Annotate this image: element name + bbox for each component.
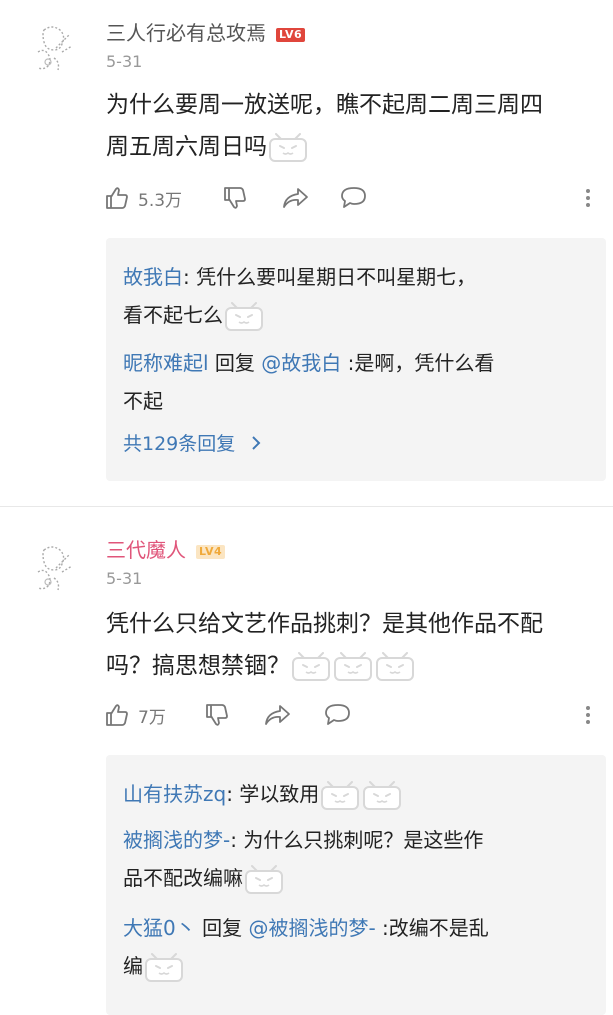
tv-emote-icon xyxy=(320,781,360,811)
like-count: 5.3万 xyxy=(138,190,183,211)
comment-text-span: 周五周六周日吗 xyxy=(106,134,267,160)
comment-text-line: 周五周六周日吗 xyxy=(106,126,601,168)
tv-emote-icon xyxy=(333,652,373,682)
more-vertical-icon xyxy=(586,189,590,207)
like-count: 7万 xyxy=(138,707,166,728)
comment-username[interactable]: 三人行必有总攻焉 LV6 xyxy=(106,17,306,46)
reply-username[interactable]: 故我白 xyxy=(123,265,183,289)
replies-panel: 山有扶苏zq: 学以致用 被搁浅的梦-: 为什么只挑刺呢？是这些作 品不配改编嘛… xyxy=(106,755,606,1015)
dislike-button[interactable] xyxy=(222,185,248,211)
chevron-right-icon xyxy=(252,436,261,450)
comment-date: 5-31 xyxy=(106,569,143,588)
reply-text: : 学以致用 xyxy=(226,782,320,806)
reply-text: 品不配改编嘛 xyxy=(123,866,243,890)
reply-text: : 凭什么要叫星期日不叫星期七， xyxy=(183,265,477,289)
reply-mention[interactable]: @故我白 xyxy=(261,351,341,375)
comment-text: 凭什么只给文艺作品挑刺？是其他作品不配 吗？搞思想禁锢？ xyxy=(106,603,601,687)
tv-emote-icon xyxy=(268,133,308,163)
reply-word: 回复 xyxy=(195,916,249,940)
reply-button[interactable] xyxy=(340,185,368,211)
more-vertical-icon xyxy=(586,706,590,724)
comment-text-line: 吗？搞思想禁锢？ xyxy=(106,645,601,687)
reply-mention[interactable]: @被搁浅的梦- xyxy=(248,916,375,940)
reply-text: :是啊，凭什么看 xyxy=(341,351,495,375)
reply-item-continuation: 品不配改编嘛 xyxy=(123,861,593,895)
reply-text: 不起 xyxy=(123,389,163,413)
tv-emote-icon xyxy=(375,652,415,682)
like-button[interactable]: 7万 xyxy=(104,702,166,728)
reply-username[interactable]: 山有扶苏zq xyxy=(123,782,226,806)
view-all-replies-link[interactable]: 共129条回复 xyxy=(123,429,263,456)
reply-item-continuation: 编 xyxy=(123,949,593,983)
comment-text-line: 凭什么只给文艺作品挑刺？是其他作品不配 xyxy=(106,611,543,637)
comment-bubble-icon xyxy=(341,187,366,208)
share-button[interactable] xyxy=(264,702,292,728)
replies-panel: 故我白: 凭什么要叫星期日不叫星期七， 看不起七么 昵称难起l 回复 @故我白 … xyxy=(106,238,606,481)
username-text[interactable]: 三代魔人 xyxy=(106,538,186,562)
comment-divider xyxy=(0,506,613,507)
tv-emote-icon xyxy=(244,865,284,895)
user-avatar[interactable] xyxy=(26,542,78,594)
user-avatar[interactable] xyxy=(26,22,78,74)
thumbs-up-icon xyxy=(106,704,128,726)
reply-word: 回复 xyxy=(208,351,262,375)
reply-username[interactable]: 昵称难起l xyxy=(123,351,209,375)
tv-emote-icon xyxy=(362,781,402,811)
tv-emote-icon xyxy=(224,302,264,332)
tv-emote-icon xyxy=(291,652,331,682)
comment-date: 5-31 xyxy=(106,52,143,71)
reply-item: 昵称难起l 回复 @故我白 :是啊，凭什么看 xyxy=(123,346,593,380)
username-text[interactable]: 三人行必有总攻焉 xyxy=(106,21,266,45)
reply-item-continuation: 看不起七么 xyxy=(123,298,593,332)
comment-text-span: 吗？搞思想禁锢？ xyxy=(106,653,290,679)
more-replies-label[interactable]: 共129条回复 xyxy=(123,433,235,455)
comment-text: 为什么要周一放送呢，瞧不起周二周三周四 周五周六周日吗 xyxy=(106,84,601,168)
reply-item-continuation: 不起 xyxy=(123,384,593,418)
reply-text: 编 xyxy=(123,954,143,978)
comment-username[interactable]: 三代魔人 LV4 xyxy=(106,534,226,563)
dislike-button[interactable] xyxy=(204,702,230,728)
reply-text: : 为什么只挑刺呢？是这些作 xyxy=(230,828,484,852)
thumbs-up-icon xyxy=(106,187,128,209)
comment-text-line: 为什么要周一放送呢，瞧不起周二周三周四 xyxy=(106,92,543,118)
tv-emote-icon xyxy=(144,953,184,983)
reply-username[interactable]: 被搁浅的梦- xyxy=(123,828,230,852)
comment-item: 三代魔人 LV4 5-31 凭什么只给文艺作品挑刺？是其他作品不配 吗？搞思想禁锢… xyxy=(0,512,613,1015)
comment-actions: 5.3万 xyxy=(104,185,604,215)
reply-button[interactable] xyxy=(324,702,352,728)
share-icon xyxy=(265,705,290,725)
reply-username[interactable]: 大猛0丶 xyxy=(123,916,196,940)
comment-actions: 7万 xyxy=(104,702,604,732)
reply-item: 故我白: 凭什么要叫星期日不叫星期七， xyxy=(123,260,593,294)
thumbs-down-icon xyxy=(206,704,228,726)
more-options-button[interactable] xyxy=(584,185,592,211)
like-button[interactable]: 5.3万 xyxy=(104,185,182,211)
share-button[interactable] xyxy=(282,185,310,211)
reply-text: 看不起七么 xyxy=(123,303,223,327)
comment-item: 三人行必有总攻焉 LV6 5-31 为什么要周一放送呢，瞧不起周二周三周四 周五周… xyxy=(0,0,613,500)
level-badge: LV6 xyxy=(276,27,306,42)
reply-item: 被搁浅的梦-: 为什么只挑刺呢？是这些作 xyxy=(123,823,593,857)
reply-text: :改编不是乱 xyxy=(375,916,489,940)
share-icon xyxy=(283,188,308,208)
more-options-button[interactable] xyxy=(584,702,592,728)
thumbs-down-icon xyxy=(224,187,246,209)
reply-item: 山有扶苏zq: 学以致用 xyxy=(123,777,593,811)
reply-item: 大猛0丶 回复 @被搁浅的梦- :改编不是乱 xyxy=(123,911,593,945)
level-badge: LV4 xyxy=(196,544,226,559)
comment-bubble-icon xyxy=(325,704,350,725)
